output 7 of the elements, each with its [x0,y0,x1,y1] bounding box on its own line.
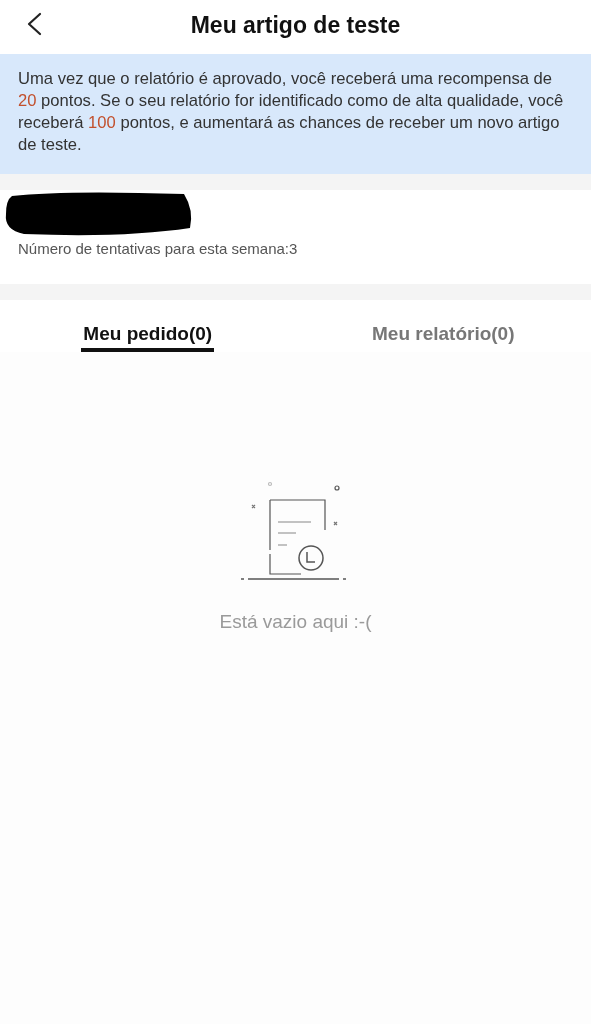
back-icon[interactable] [26,12,42,36]
tab[interactable]: Meu pedido(0) [81,300,215,352]
notice-text: Uma vez que o relatório é aprovado, você receberá uma recompensa de 20 pontos. Se o seu relatório for identificado como de alta qualidade, você receberá 100 pontos, e aumentará as chances de receber um novo artigo de teste. [18,68,565,156]
empty-message: Está vazio aqui :-( [219,610,372,634]
attempts-text: Número de tentativas para esta semana:3 [18,239,298,259]
page-title: Meu artigo de teste [190,10,401,40]
tab[interactable]: Meu relatório(0) [370,300,517,352]
